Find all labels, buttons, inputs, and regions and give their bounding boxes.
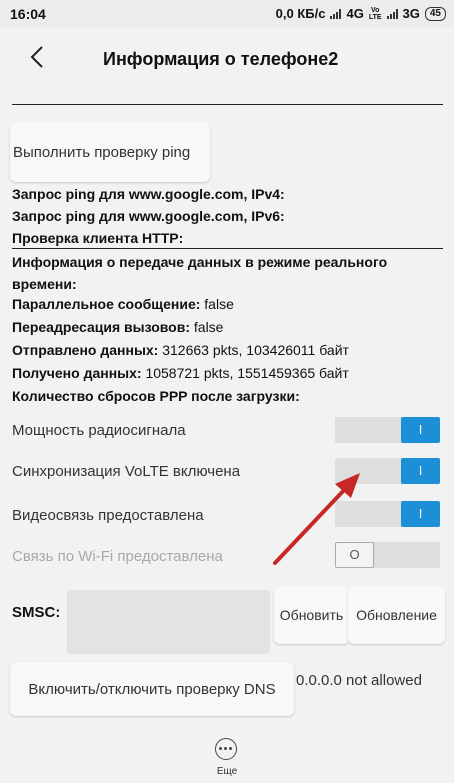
back-arrow-icon[interactable] [22, 42, 52, 72]
volte-sync-toggle[interactable]: I [335, 458, 440, 484]
signal-icon [330, 8, 342, 19]
dns-check-button[interactable]: Включить/отключить проверку DNS [10, 662, 294, 716]
ping-test-button[interactable]: Выполнить проверку ping [10, 122, 210, 182]
status-time: 16:04 [10, 6, 46, 22]
more-label: Еще [216, 766, 238, 777]
network-type-4g: 4G [346, 6, 364, 21]
status-indicators: 0,0 КБ/с 4G Vo LTE 3G 45 [276, 6, 446, 21]
data-sent-row: Отправлено данных: 312663 pkts, 10342601… [12, 342, 349, 358]
volte-sync-label: Синхронизация VoLTE включена [12, 463, 241, 480]
ping-ipv6-label: Запрос ping для www.google.com, IPv6: [12, 208, 285, 224]
divider [12, 104, 443, 105]
parallel-message-row: Параллельное сообщение: false [12, 296, 234, 312]
page-title: Информация о телефоне2 [103, 49, 339, 69]
divider [12, 248, 443, 249]
call-forward-row: Переадресация вызовов: false [12, 319, 224, 335]
video-call-toggle[interactable]: I [335, 501, 440, 527]
smsc-label: SMSC: [12, 604, 61, 621]
more-menu[interactable]: Еще [0, 730, 454, 783]
wifi-calling-toggle[interactable]: O [335, 542, 440, 568]
http-check-label: Проверка клиента HTTP: [12, 230, 184, 246]
realtime-info-label: Информация о передаче данных в режиме ре… [12, 254, 388, 292]
ppp-resets-row: Количество сбросов PPP после загрузки: [12, 388, 300, 404]
refresh-button[interactable]: Обновление [348, 586, 445, 644]
update-button[interactable]: Обновить [274, 586, 349, 644]
app-header: Информация о телефоне2 [0, 28, 454, 90]
video-call-label: Видеосвязь предоставлена [12, 507, 204, 524]
volte-icon: Vo LTE [368, 6, 382, 21]
status-bar: 16:04 0,0 КБ/с 4G Vo LTE 3G 45 [0, 0, 454, 28]
ping-ipv4-label: Запрос ping для www.google.com, IPv4: [12, 186, 285, 202]
data-received-row: Получено данных: 1058721 pkts, 155145936… [12, 365, 349, 381]
wifi-calling-label: Связь по Wi-Fi предоставлена [12, 548, 223, 565]
radio-power-label: Мощность радиосигнала [12, 422, 186, 439]
smsc-input[interactable] [67, 590, 270, 654]
radio-power-toggle[interactable]: I [335, 417, 440, 443]
more-icon [215, 738, 237, 760]
dns-status: 0.0.0.0 not allowed [296, 672, 422, 689]
battery-icon: 45 [424, 6, 446, 21]
signal-icon-2 [386, 8, 398, 19]
network-speed: 0,0 КБ/с [275, 6, 326, 21]
network-type-3g: 3G [402, 6, 420, 21]
